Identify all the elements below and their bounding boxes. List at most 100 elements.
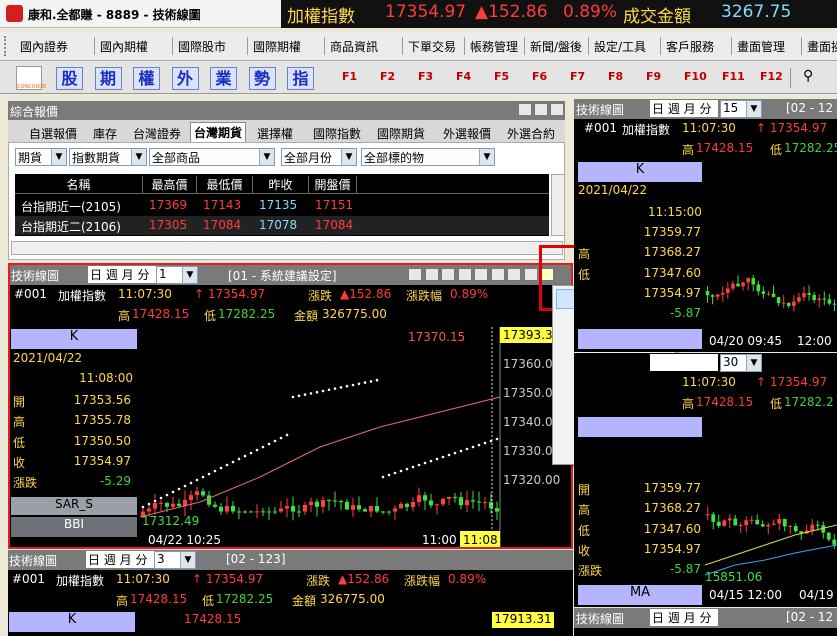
candle-body [146,508,152,512]
k-label: K [9,612,135,632]
quick-button[interactable]: 期 [94,67,122,90]
menu-item[interactable]: 國際期權 [253,38,301,55]
quote-scrollbar[interactable] [551,174,565,236]
field-label: 高 [13,415,26,430]
main-candle-chart[interactable]: 17393.3517360.0017350.0017340.0017330.00… [140,327,571,547]
sar-dot [297,394,301,398]
low-label: 低 [770,397,783,411]
filter-select[interactable]: 全部月份 ▼ [281,148,357,166]
period-value-select[interactable]: 15 ▼ [720,100,762,118]
right-1-candle-chart[interactable]: 04/20 09:45 12:00 [705,161,837,352]
quote-tab[interactable]: 選擇權 [254,124,296,143]
menu-item[interactable]: 國際股市 [178,38,226,55]
zoom-in-icon[interactable] [457,268,472,281]
field-value: 17350.50 [73,433,131,448]
candle-body [832,539,837,545]
period-value-select[interactable]: 1 ▼ [156,266,198,284]
quote-tab[interactable]: 自選報價 [26,124,80,143]
k-label: K [578,162,702,182]
table-row[interactable]: 台指期近二(2106) 17305 17084 17078 17084 [15,216,549,235]
filter-select[interactable]: 全部標的物 ▼ [361,148,495,166]
pin-icon[interactable] [408,268,422,281]
quick-button[interactable]: 勢 [248,67,276,90]
concords-logo-icon[interactable]: CONCORDS [16,66,46,90]
menu-item[interactable]: 國內證券 [20,38,68,55]
search-icon[interactable] [534,103,548,116]
period-selector[interactable]: 日 週 月 分 [650,609,718,626]
indicator-sar[interactable]: SAR_S [11,497,137,515]
function-key[interactable]: F11 [722,70,745,83]
function-key[interactable]: F3 [418,70,433,83]
menu-item[interactable]: 下單交易 [408,38,456,55]
filter-select[interactable]: 期貨 ▼ [15,148,67,166]
filter-select[interactable]: 指數期貨 ▼ [69,148,147,166]
k-date: 2021/04/22 [13,351,83,365]
candle-body [827,299,832,304]
menu-item[interactable]: 設定/工具 [594,38,646,55]
period-selector[interactable]: 日 週 月 分 [88,266,158,283]
quick-button[interactable]: 外 [171,67,199,90]
sar-dot [333,387,337,390]
quote-tab[interactable]: 庫存 [90,124,120,143]
chart-icon[interactable] [490,268,505,281]
sar-dot [387,473,391,477]
period-selector[interactable]: 日 週 月 分 [86,551,156,568]
quick-button[interactable]: 權 [133,67,160,90]
period-selector[interactable]: 日 週 月 分 [650,100,718,117]
menu-item[interactable]: 客戶服務 [666,38,714,55]
candle-body [766,524,771,527]
quote-tab[interactable]: 外選合約 [504,124,558,143]
quick-button[interactable]: 業 [210,67,237,90]
candle-body [802,293,806,298]
quick-button[interactable]: 股 [56,67,83,90]
function-key[interactable]: F2 [380,70,395,83]
quick-button[interactable]: 指 [287,67,314,90]
high-mark: 17370.15 [408,330,465,344]
menu-item[interactable]: 新聞/盤後 [530,38,582,55]
function-key[interactable]: F6 [532,70,547,83]
quote-tab[interactable]: 國際指數 [310,124,364,143]
filter-select[interactable]: 全部商品 ▼ [149,148,275,166]
function-key[interactable]: F4 [456,70,471,83]
period-value-select[interactable]: 30 ▼ [720,354,762,372]
sar-dot [381,475,385,479]
quote-tab[interactable]: 台灣證券 [130,124,184,143]
candle-body [766,293,771,295]
zoom-out-icon[interactable] [474,268,488,281]
function-key[interactable]: F10 [684,70,707,83]
quote-tab[interactable]: 台灣期貨 [190,122,247,142]
function-key[interactable]: F1 [342,70,357,83]
pin-icon[interactable] [518,103,532,116]
menu-item[interactable]: 畫面操作 [807,38,837,55]
menu-item[interactable]: 帳務管理 [470,38,518,55]
period-selector[interactable] [650,354,718,371]
menu-item[interactable]: 商品資訊 [330,38,378,55]
search-icon[interactable]: ⚲ [803,68,813,84]
function-key[interactable]: F8 [608,70,623,83]
quote-panel-title: 綜合報價 [10,105,59,119]
save-icon[interactable] [507,268,521,281]
quote-tab[interactable]: 國際期貨 [374,124,428,143]
field-value: 17347.60 [643,265,701,280]
indicator-ma[interactable]: MA [578,585,702,605]
plus-icon[interactable] [441,268,455,281]
period-value-select[interactable]: 3 ▼ [154,551,196,569]
table-row[interactable]: 台指期近一(2105) 17369 17143 17135 17151 [15,196,549,215]
function-key[interactable]: F9 [646,70,661,83]
right-2-candle-chart[interactable]: 15851.06 04/15 12:00 04/19 [705,415,837,607]
menu-item[interactable]: 國內期權 [100,38,148,55]
function-key[interactable]: F5 [494,70,509,83]
indicator-bbi[interactable]: BBI [11,517,137,537]
sar-dot [249,451,253,455]
candle-body [797,297,801,302]
candle-body [350,505,356,510]
function-key[interactable]: F12 [760,70,783,83]
minus-icon[interactable] [424,268,439,281]
quote-tab[interactable]: 外選報價 [440,124,494,143]
function-key[interactable]: F7 [570,70,585,83]
search-icon[interactable] [523,268,538,281]
r1-indicator-box[interactable] [578,329,702,349]
close-icon[interactable] [550,103,564,116]
menu-item[interactable]: 畫面管理 [737,38,785,55]
quote-hscrollbar[interactable] [11,241,563,255]
